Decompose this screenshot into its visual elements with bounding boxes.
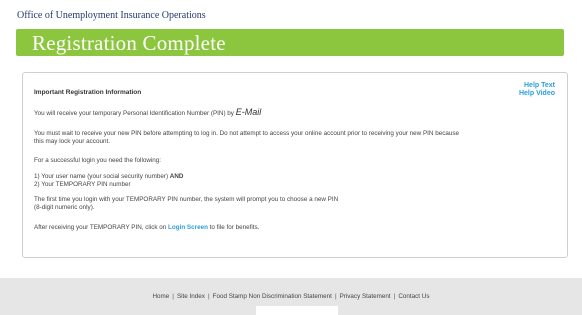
footer-link-contact-us[interactable]: Contact Us xyxy=(398,293,429,300)
requirement-item-1: 1) Your user name (your social security … xyxy=(34,173,558,181)
help-text-link[interactable]: Help Text xyxy=(519,82,555,90)
footer-link-site-index[interactable]: Site Index xyxy=(177,293,205,300)
first-login-line-1: The first time you login with your TEMPO… xyxy=(34,196,339,203)
page-title: Registration Complete xyxy=(32,31,226,55)
footer-link-home[interactable]: Home xyxy=(153,293,170,300)
help-links: Help Text Help Video xyxy=(519,82,555,98)
after-post: to file for benefits. xyxy=(209,224,260,231)
after-receiving-text: After receiving your TEMPORARY PIN, clic… xyxy=(34,224,558,232)
footer-link-privacy-statement[interactable]: Privacy Statement xyxy=(340,293,391,300)
pin-method: E-Mail xyxy=(235,107,262,117)
panel-heading: Important Registration Information xyxy=(34,89,142,96)
wait-line-1: You must wait to receive your new PIN be… xyxy=(34,130,460,137)
pin-intro: You will receive your temporary Personal… xyxy=(34,110,234,117)
footer-separator: | xyxy=(393,293,396,300)
page-banner: Registration Complete xyxy=(16,29,564,56)
login-screen-link[interactable]: Login Screen xyxy=(168,224,208,231)
footer-separator: | xyxy=(334,293,337,300)
help-video-link[interactable]: Help Video xyxy=(519,90,555,98)
footer-links: Home | Site Index | Food Stamp Non Discrimin… xyxy=(0,293,582,300)
footer-tab xyxy=(256,306,338,315)
registration-info-panel: Important Registration Information Help … xyxy=(22,72,568,258)
wait-line-2: this may lock your account. xyxy=(34,137,110,145)
pin-delivery-text: You will receive your temporary Personal… xyxy=(34,107,558,118)
first-login-paragraph: The first time you login with your TEMPO… xyxy=(34,196,558,211)
requirement-item-1-text: 1) Your user name (your social security … xyxy=(34,173,169,180)
footer-separator: | xyxy=(207,293,210,300)
requirement-item-2: 2) Your TEMPORARY PIN number xyxy=(34,180,131,188)
after-pre: After receiving your TEMPORARY PIN, clic… xyxy=(34,224,167,231)
requirement-and: AND xyxy=(169,173,184,180)
agency-title: Office of Unemployment Insurance Operati… xyxy=(17,10,206,21)
footer: Home | Site Index | Food Stamp Non Discrimin… xyxy=(0,278,582,315)
footer-link-food-stamp-statement[interactable]: Food Stamp Non Discrimination Statement xyxy=(213,293,332,300)
wait-paragraph: You must wait to receive your new PIN be… xyxy=(34,130,558,145)
footer-separator: | xyxy=(172,293,174,300)
need-intro: For a successful login you need the foll… xyxy=(34,157,162,164)
requirements-list: 1) Your user name (your social security … xyxy=(34,173,558,188)
first-login-line-2: (8-digit numeric only). xyxy=(34,203,95,211)
